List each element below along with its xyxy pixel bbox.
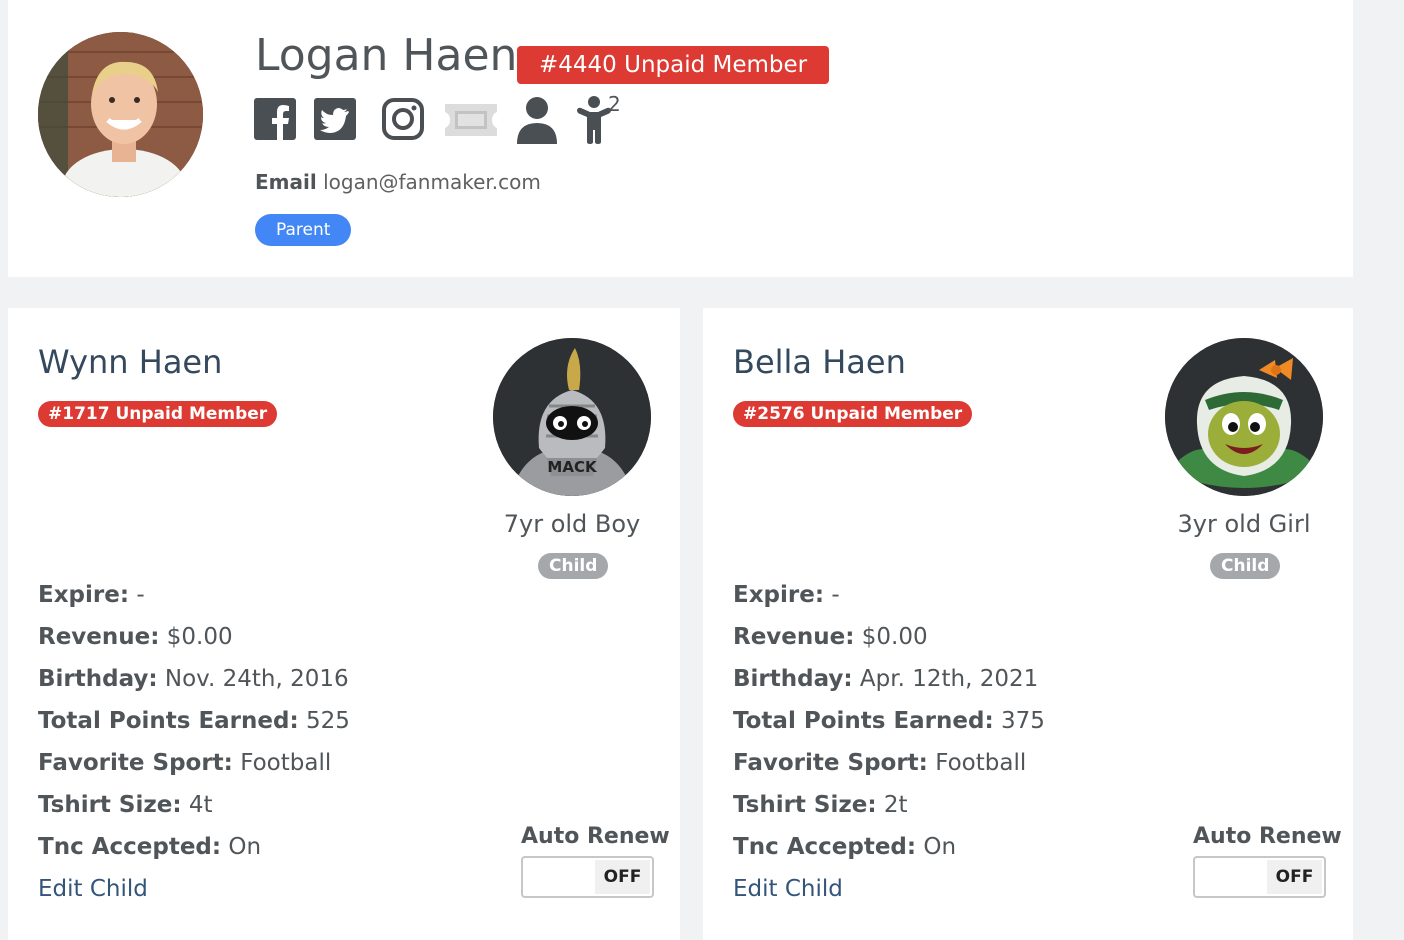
birthday-field: Birthday: Nov. 24th, 2016 (38, 658, 350, 700)
tnc-label: Tnc Accepted: (733, 834, 917, 860)
sport-field: Favorite Sport: Football (38, 742, 350, 784)
email-line: Email logan@fanmaker.com (255, 170, 541, 194)
tnc-label: Tnc Accepted: (38, 834, 222, 860)
edit-child-link[interactable]: Edit Child (733, 868, 1045, 910)
tnc-field: Tnc Accepted: On (38, 826, 350, 868)
role-badge: Child (1210, 553, 1281, 579)
tshirt-field: Tshirt Size: 4t (38, 784, 350, 826)
ticket-icon[interactable] (443, 96, 499, 140)
points-value: 375 (1000, 708, 1045, 734)
points-field: Total Points Earned: 525 (38, 700, 350, 742)
child-avatar (1165, 338, 1323, 496)
revenue-label: Revenue: (38, 624, 160, 650)
toggle-state: OFF (1267, 860, 1322, 894)
parent-avatar (38, 32, 203, 197)
twitter-icon[interactable] (314, 96, 358, 140)
expire-label: Expire: (733, 582, 825, 608)
birthday-label: Birthday: (38, 666, 158, 692)
child-name: Bella Haen (733, 343, 906, 381)
member-badge: #4440 Unpaid Member (517, 46, 830, 84)
auto-renew-toggle[interactable]: OFF (521, 856, 654, 898)
expire-field: Expire: - (733, 574, 1045, 616)
auto-renew-label: Auto Renew (1193, 824, 1342, 849)
role-badge: Parent (255, 214, 352, 246)
tshirt-label: Tshirt Size: (733, 792, 877, 818)
expire-value: - (136, 582, 145, 608)
child-avatar: MACK (493, 338, 651, 496)
child-details: Expire: - Revenue: $0.00 Birthday: Apr. … (733, 574, 1045, 910)
child-name: Wynn Haen (38, 343, 223, 381)
toggle-state: OFF (595, 860, 650, 894)
expire-label: Expire: (38, 582, 130, 608)
points-label: Total Points Earned: (38, 708, 299, 734)
birthday-field: Birthday: Apr. 12th, 2021 (733, 658, 1045, 700)
sport-label: Favorite Sport: (38, 750, 233, 776)
tshirt-value: 2t (883, 792, 908, 818)
facebook-icon[interactable] (254, 96, 298, 140)
points-label: Total Points Earned: (733, 708, 994, 734)
birthday-label: Birthday: (733, 666, 853, 692)
tshirt-label: Tshirt Size: (38, 792, 182, 818)
expire-field: Expire: - (38, 574, 350, 616)
sport-value: Football (935, 750, 1027, 776)
email-value: logan@fanmaker.com (323, 170, 541, 194)
revenue-field: Revenue: $0.00 (38, 616, 350, 658)
parent-name: Logan Haen (255, 30, 518, 81)
kid-count: 2 (608, 92, 621, 116)
sport-label: Favorite Sport: (733, 750, 928, 776)
tnc-value: On (923, 834, 957, 860)
points-field: Total Points Earned: 375 (733, 700, 1045, 742)
parent-profile-card: Logan Haen #4440 Unpaid Member 2 Email l… (8, 0, 1353, 277)
revenue-value: $0.00 (861, 624, 928, 650)
email-label: Email (255, 170, 317, 194)
points-value: 525 (305, 708, 350, 734)
birthday-value: Apr. 12th, 2021 (859, 666, 1039, 692)
instagram-icon[interactable] (382, 96, 426, 140)
svg-text:MACK: MACK (547, 458, 598, 476)
tshirt-value: 4t (188, 792, 213, 818)
child-details: Expire: - Revenue: $0.00 Birthday: Nov. … (38, 574, 350, 910)
auto-renew-label: Auto Renew (521, 824, 670, 849)
child-age: 7yr old Boy (503, 510, 641, 538)
sport-value: Football (240, 750, 332, 776)
expire-value: - (831, 582, 840, 608)
child-age: 3yr old Girl (1177, 510, 1311, 538)
tnc-field: Tnc Accepted: On (733, 826, 1045, 868)
person-icon[interactable] (516, 96, 560, 144)
revenue-value: $0.00 (166, 624, 233, 650)
edit-child-link[interactable]: Edit Child (38, 868, 350, 910)
role-badge: Child (538, 553, 609, 579)
member-badge: #1717 Unpaid Member (38, 401, 278, 427)
auto-renew-toggle[interactable]: OFF (1193, 856, 1326, 898)
revenue-label: Revenue: (733, 624, 855, 650)
tshirt-field: Tshirt Size: 2t (733, 784, 1045, 826)
member-badge: #2576 Unpaid Member (733, 401, 973, 427)
birthday-value: Nov. 24th, 2016 (164, 666, 349, 692)
tnc-value: On (228, 834, 262, 860)
revenue-field: Revenue: $0.00 (733, 616, 1045, 658)
sport-field: Favorite Sport: Football (733, 742, 1045, 784)
